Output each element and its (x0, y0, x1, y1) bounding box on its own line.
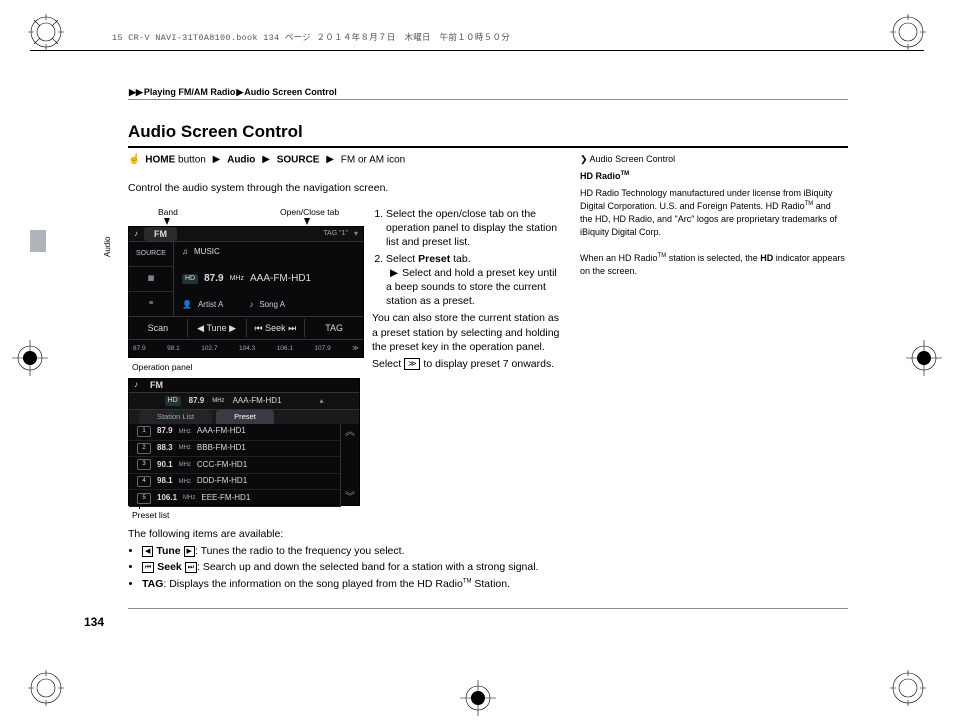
chevron-up-icon[interactable]: ▴ (319, 396, 323, 407)
instr-para-1: You can also store the current station a… (372, 311, 562, 354)
mhz-label: MHz (212, 397, 224, 405)
registration-mark-icon (890, 14, 926, 50)
band-indicator: FM (144, 227, 177, 241)
intro-text: Control the audio system through the nav… (128, 181, 388, 195)
footer-rule (128, 608, 848, 609)
nav-home: HOME (145, 154, 175, 165)
artist-icon: 👤 (182, 300, 192, 311)
seek-prev-icon: ⏮ (142, 562, 154, 573)
artist-name: Artist A (198, 300, 223, 311)
triangle-icon: ▶ (390, 266, 398, 280)
breadcrumb-rule (128, 99, 848, 100)
song-icon: ♪ (249, 300, 253, 311)
triangle-icon: ▶ (262, 153, 270, 167)
preset-strip[interactable]: 87.998.1102.7104.3106.1107.9≫ (129, 340, 363, 358)
crosshair-icon (906, 340, 942, 376)
music-icon: ♫ (182, 247, 188, 258)
crosshair-icon (460, 680, 496, 716)
station-name: AAA-FM-HD1 (233, 396, 282, 407)
callout-preset-list: Preset list (132, 510, 169, 521)
header-rule (30, 50, 924, 51)
music-note-icon: ♪ (134, 380, 138, 391)
nav-source: SOURCE (277, 154, 320, 165)
sidebar-para-1: HD Radio Technology manufactured under l… (580, 187, 845, 239)
side-tab (30, 230, 46, 252)
preset-row[interactable]: 5106.1MHzEEE-FM-HD1 (129, 490, 340, 507)
tune-button[interactable]: ◀ Tune ▶ (188, 319, 247, 337)
more-icon[interactable]: ≫ (352, 345, 359, 354)
chevron-down-icon[interactable]: ▾ (354, 229, 358, 240)
breadcrumb-b: Audio Screen Control (244, 87, 337, 97)
page-number: 134 (84, 614, 104, 630)
seek-button[interactable]: ⏮ Seek ⏭ (247, 319, 306, 337)
tag-indicator: TAG "1" (323, 229, 348, 238)
nav-audio: Audio (227, 154, 255, 165)
step-2-sub: Select and hold a preset key until a bee… (386, 267, 557, 307)
instr-para-2: Select ≫ to display preset 7 onwards. (372, 357, 562, 371)
nav-path: ☝ HOME button ▶ Audio ▶ SOURCE ▶ FM or A… (128, 153, 405, 167)
breadcrumb-a: Playing FM/AM Radio (144, 87, 236, 97)
hd-badge: HD (165, 396, 181, 405)
crosshair-icon (12, 340, 48, 376)
next-icon: ▶ (184, 546, 195, 557)
tab-station-list[interactable]: Station List (139, 410, 212, 424)
registration-mark-icon (28, 14, 64, 50)
music-note-icon: ♪ (134, 229, 138, 240)
prev-icon: ◀ (142, 546, 153, 557)
callout-open-close: Open/Close tab (280, 207, 339, 218)
file-header: 15 CR-V NAVI-31T0A8100.book 134 ページ ２０１４… (112, 33, 848, 44)
items-intro: The following items are available: (128, 527, 558, 541)
sidebar-para-2: When an HD RadioTM station is selected, … (580, 252, 845, 278)
song-name: Song A (259, 300, 285, 311)
arrow-down-icon (304, 218, 310, 225)
station-name: AAA-FM-HD1 (250, 272, 311, 286)
music-label: MUSIC (194, 247, 220, 258)
step-1: Select the open/close tab on the operati… (386, 208, 557, 248)
more-icon: ≫ (404, 358, 420, 370)
arrow-down-icon (164, 218, 170, 225)
breadcrumb-sep-icon: ▶▶ (129, 86, 143, 98)
hd-badge: HD (182, 274, 198, 283)
frequency-value: 87.9 (204, 272, 223, 286)
mhz-label: MHz (230, 274, 244, 283)
title-rule (128, 146, 848, 148)
page-title: Audio Screen Control (128, 121, 303, 144)
scroll-bar[interactable]: ︽ ︾ (340, 424, 359, 507)
preset-row[interactable]: 187.9MHzAAA-FM-HD1 (129, 424, 340, 441)
chevron-down-icon[interactable]: ︾ (345, 493, 355, 503)
registration-mark-icon (28, 670, 64, 706)
sidebar-heading: HD RadioTM (580, 170, 845, 183)
scan-button[interactable]: Scan (129, 319, 188, 337)
triangle-icon: ▶ (213, 153, 221, 167)
nav-tail: FM or AM icon (341, 154, 405, 165)
side-label: Audio (103, 237, 114, 257)
tag-button[interactable]: TAG (305, 319, 363, 337)
hand-icon: ☝ (128, 153, 140, 167)
source-button[interactable]: SOURCE (129, 242, 173, 267)
screenshot-preset-list: ♪ FM HD 87.9 MHz AAA-FM-HD1 ▴ Station Li… (128, 378, 360, 506)
app-icon[interactable]: ▦ (129, 267, 173, 292)
instructions: Select the open/close tab on the operati… (372, 207, 562, 374)
preset-row[interactable]: 498.1MHzDDD-FM-HD1 (129, 474, 340, 491)
note-icon: ❯ (580, 153, 588, 166)
preset-row[interactable]: 390.1MHzCCC-FM-HD1 (129, 457, 340, 474)
sidebar-notes: ❯Audio Screen Control HD RadioTM HD Radi… (580, 153, 845, 278)
callout-band: Band (158, 207, 178, 218)
available-items: The following items are available: ◀ Tun… (128, 527, 558, 593)
chevron-up-icon[interactable]: ︽ (345, 428, 355, 438)
band-indicator: FM (150, 379, 163, 391)
frequency-value: 87.9 (189, 396, 205, 407)
tab-preset[interactable]: Preset (216, 410, 274, 424)
registration-mark-icon (890, 670, 926, 706)
breadcrumb: ▶▶Playing FM/AM Radio▶Audio Screen Contr… (128, 86, 337, 98)
preset-row[interactable]: 288.3MHzBBB-FM-HD1 (129, 441, 340, 458)
screenshot-operation-panel: ♪ FM TAG "1" ▾ SOURCE ▦ ≡ ♫ MUSIC HD 87.9… (128, 226, 364, 358)
triangle-icon: ▶ (326, 153, 334, 167)
seek-next-icon: ⏭ (185, 562, 197, 573)
settings-icon[interactable]: ≡ (129, 292, 173, 316)
callout-operation-panel: Operation panel (132, 362, 193, 373)
